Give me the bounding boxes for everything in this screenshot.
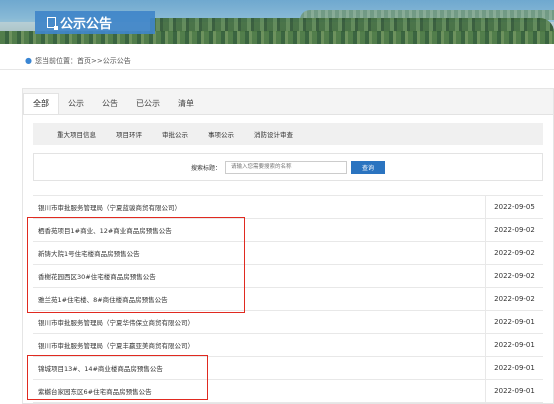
item-date: 2022-09-01 (485, 380, 543, 402)
subnav-matter-notice[interactable]: 事项公示 (208, 129, 234, 139)
subnav-fire-design-review[interactable]: 消防设计审查 (254, 129, 293, 139)
banner-reeds-mid (150, 18, 554, 32)
breadcrumb-prefix: 您当前位置： (34, 56, 77, 65)
page-title: 公示公告 (60, 17, 113, 32)
breadcrumb-current: 公示公告 (102, 56, 131, 65)
search-input[interactable] (225, 160, 347, 174)
search-label: 搜索标题： (190, 164, 221, 172)
item-date: 2022-09-01 (485, 334, 543, 356)
item-title[interactable]: 银川市审批服务管理局（宁夏蓝骏商贸有限公司） (33, 202, 485, 212)
banner-title-box: 公示公告 (35, 11, 155, 34)
item-title[interactable]: 银川市审批服务管理局（宁夏丰赢亚美商贸有限公司） (33, 340, 485, 350)
list-item[interactable]: 银川市审批服务管理局（宁夏丰赢亚美商贸有限公司） 2022-09-01 (33, 334, 543, 357)
tab-all[interactable]: 全部 (23, 93, 59, 114)
sub-navigation: 重大项目信息 项目环评 审批公示 事项公示 消防设计审查 (33, 123, 543, 145)
tab-public-notice[interactable]: 公示 (59, 94, 93, 114)
item-date: 2022-09-02 (485, 288, 543, 310)
list-item[interactable]: 香榭花园西区30#住宅楼商品房预售公告 2022-09-02 (33, 265, 543, 288)
item-date: 2022-09-05 (485, 196, 543, 218)
item-title[interactable]: 雅兰苑1#住宅楼、8#商住楼商品房预售公告 (33, 294, 485, 304)
item-title[interactable]: 银川市审批服务管理局（宁夏华伟保立商贸有限公司） (33, 317, 485, 327)
search-button[interactable]: 查询 (351, 160, 385, 174)
search-bar: 搜索标题： 查询 (33, 153, 543, 181)
item-title[interactable]: 香榭花园西区30#住宅楼商品房预售公告 (33, 271, 485, 281)
item-title[interactable]: 紫樾台家园东区6#住宅商品房预售公告 (33, 386, 485, 396)
document-icon (47, 17, 58, 30)
banner: 公示公告 (0, 0, 554, 44)
subnav-major-projects[interactable]: 重大项目信息 (57, 129, 96, 139)
item-date: 2022-09-01 (485, 311, 543, 333)
breadcrumb-separator: >> (90, 56, 103, 65)
list-item[interactable]: 银川市审批服务管理局（宁夏华伟保立商贸有限公司） 2022-09-01 (33, 311, 543, 334)
item-date: 2022-09-02 (485, 219, 543, 241)
item-date: 2022-09-01 (485, 357, 543, 379)
announcement-list: 银川市审批服务管理局（宁夏蓝骏商贸有限公司） 2022-09-05 栖香苑项目1#… (33, 195, 543, 403)
item-title[interactable]: 锦城项目13#、14#商业楼商品房预售公告 (33, 363, 485, 373)
content-panel: 全部 公示 公告 已公示 清单 重大项目信息 项目环评 审批公示 事项公示 消防… (22, 88, 554, 404)
item-title[interactable]: 栖香苑项目1#商业、12#商业商品房预售公告 (33, 225, 485, 235)
item-date: 2022-09-02 (485, 242, 543, 264)
tab-published[interactable]: 已公示 (127, 94, 169, 114)
list-item[interactable]: 紫樾台家园东区6#住宅商品房预售公告 2022-09-01 (33, 380, 543, 403)
location-pin-icon: ● (25, 56, 32, 65)
tab-list[interactable]: 清单 (169, 94, 203, 114)
breadcrumb-home[interactable]: 首页 (77, 56, 91, 66)
list-item[interactable]: 雅兰苑1#住宅楼、8#商住楼商品房预售公告 2022-09-02 (33, 288, 543, 311)
list-item[interactable]: 栖香苑项目1#商业、12#商业商品房预售公告 2022-09-02 (33, 219, 543, 242)
list-item[interactable]: 新铸大院1号住宅楼商品房预售公告 2022-09-02 (33, 242, 543, 265)
list-item[interactable]: 锦城项目13#、14#商业楼商品房预售公告 2022-09-01 (33, 357, 543, 380)
list-item[interactable]: 银川市审批服务管理局（宁夏蓝骏商贸有限公司） 2022-09-05 (33, 195, 543, 219)
tab-bar: 全部 公示 公告 已公示 清单 (23, 89, 553, 115)
breadcrumb: ● 您当前位置： 首页 >> 公示公告 (0, 52, 554, 70)
subnav-approval-notice[interactable]: 审批公示 (162, 129, 188, 139)
subnav-eia[interactable]: 项目环评 (116, 129, 142, 139)
tab-announcement[interactable]: 公告 (93, 94, 127, 114)
item-date: 2022-09-02 (485, 265, 543, 287)
item-title[interactable]: 新铸大院1号住宅楼商品房预售公告 (33, 248, 485, 258)
